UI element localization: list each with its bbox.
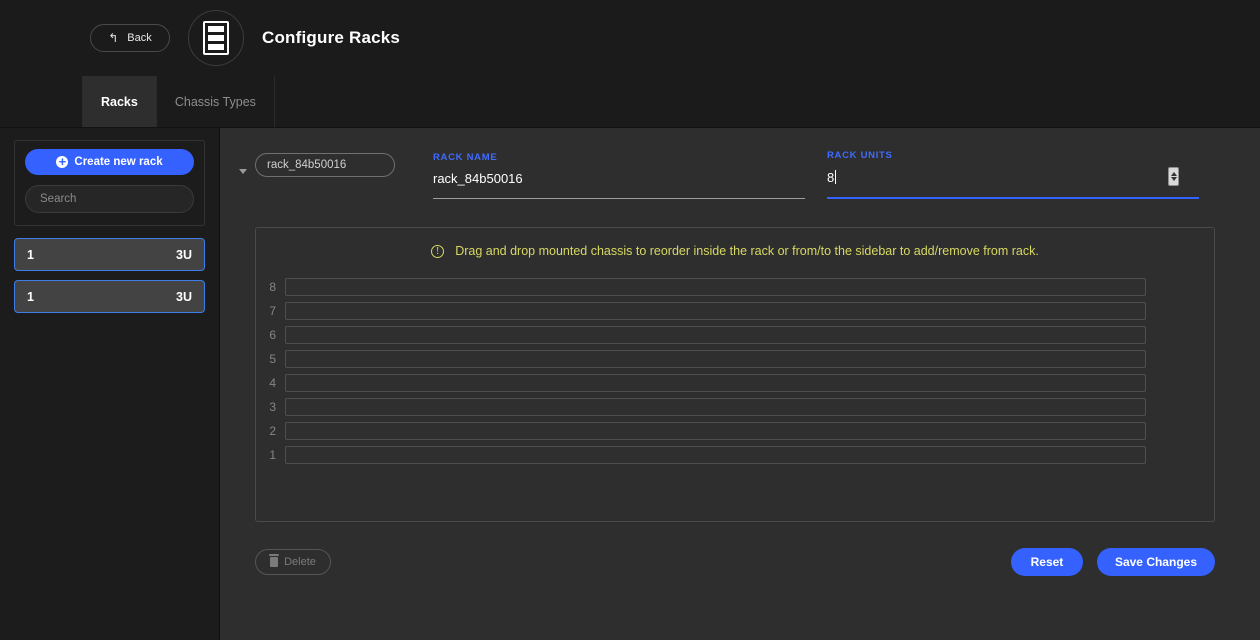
- rack-slot-number: 5: [269, 352, 276, 366]
- reset-button[interactable]: Reset: [1010, 548, 1083, 576]
- rack-slot-dropzone[interactable]: [285, 422, 1146, 440]
- trash-icon: [269, 554, 280, 567]
- rack-name-underline: [433, 198, 805, 199]
- rack-units-field: RACK UNITS 8: [827, 150, 1199, 199]
- rack-slot[interactable]: 7: [256, 302, 1146, 320]
- rack-slot-number: 3: [269, 400, 276, 414]
- save-changes-button[interactable]: Save Changes: [1096, 548, 1215, 576]
- tab-racks[interactable]: Racks: [82, 76, 157, 127]
- rack-slot-dropzone[interactable]: [285, 374, 1146, 392]
- rack-card-units: 3U: [176, 247, 192, 262]
- number-spinner-icon[interactable]: [1168, 167, 1179, 186]
- list-item[interactable]: 1 3U: [14, 238, 205, 271]
- search-input[interactable]: [25, 185, 194, 213]
- rack-card-units: 3U: [176, 289, 192, 304]
- rack-glyph: [203, 21, 229, 55]
- rack-slot-number: 8: [269, 280, 276, 294]
- plus-circle-icon: +: [56, 155, 69, 168]
- rack-name-input[interactable]: [433, 171, 805, 198]
- rack-slot-number: 7: [269, 304, 276, 318]
- back-arrow-icon: ↰: [108, 31, 119, 45]
- page-body: + Create new rack 1 3U 1 3U rack_84b5001…: [0, 128, 1260, 640]
- rack-card-name: 1: [27, 247, 34, 262]
- rack-units-label: RACK UNITS: [827, 150, 893, 161]
- rack-slot-number: 2: [269, 424, 276, 438]
- rack-slot[interactable]: 1: [256, 446, 1146, 464]
- sidebar-rack-list: 1 3U 1 3U: [0, 226, 219, 313]
- rack-slot[interactable]: 8: [256, 278, 1146, 296]
- app-header: ↰ Back Configure Racks: [0, 0, 1260, 76]
- sidebar: + Create new rack 1 3U 1 3U: [0, 128, 220, 640]
- rack-slot-dropzone[interactable]: [285, 398, 1146, 416]
- rack-slot-number: 4: [269, 376, 276, 390]
- delete-button[interactable]: Delete: [255, 549, 331, 575]
- rack-slot-number: 1: [269, 448, 276, 462]
- rack-slot-number: 6: [269, 328, 276, 342]
- create-new-rack-button[interactable]: + Create new rack: [25, 149, 194, 175]
- main-content: rack_84b50016 RACK NAME RACK UNITS 8: [220, 128, 1260, 640]
- rack-slot-dropzone[interactable]: [285, 278, 1146, 296]
- rack-icon: [188, 10, 244, 66]
- rack-card-name: 1: [27, 289, 34, 304]
- back-button[interactable]: ↰ Back: [90, 24, 170, 52]
- chevron-down-icon: [239, 169, 247, 174]
- rack-units-value: 8: [827, 170, 835, 185]
- sidebar-header-panel: + Create new rack: [14, 140, 205, 226]
- rack-slot-dropzone[interactable]: [285, 302, 1146, 320]
- rack-units-underline: [827, 197, 1199, 199]
- page-title: Configure Racks: [262, 28, 401, 47]
- drag-drop-notice: ! Drag and drop mounted chassis to reord…: [256, 244, 1214, 258]
- list-item[interactable]: 1 3U: [14, 280, 205, 313]
- footer-actions: Reset Save Changes: [1010, 548, 1215, 576]
- delete-button-label: Delete: [284, 556, 316, 568]
- tab-chassis-types[interactable]: Chassis Types: [157, 76, 275, 127]
- tab-bar-filler: [275, 76, 1260, 127]
- rack-select[interactable]: rack_84b50016: [255, 153, 395, 177]
- drag-drop-notice-text: Drag and drop mounted chassis to reorder…: [455, 244, 1039, 258]
- info-circle-icon: !: [431, 244, 445, 258]
- rack-slot-dropzone[interactable]: [285, 326, 1146, 344]
- back-button-label: Back: [127, 32, 152, 44]
- rack-slot-list: 8 7 6 5 4 3 2 1: [256, 278, 1214, 464]
- rack-units-input[interactable]: 8: [827, 168, 1199, 197]
- rack-layout-panel: ! Drag and drop mounted chassis to reord…: [255, 227, 1215, 522]
- rack-slot[interactable]: 3: [256, 398, 1146, 416]
- rack-name-label: RACK NAME: [433, 152, 498, 163]
- rack-slot[interactable]: 6: [256, 326, 1146, 344]
- rack-slot-dropzone[interactable]: [285, 446, 1146, 464]
- tab-bar: Racks Chassis Types: [0, 76, 1260, 128]
- create-new-rack-label: Create new rack: [74, 156, 163, 168]
- rack-form-row: rack_84b50016 RACK NAME RACK UNITS 8: [239, 150, 1215, 199]
- text-cursor: [835, 170, 837, 184]
- rack-select-wrapper: rack_84b50016: [239, 153, 395, 195]
- rack-name-field: RACK NAME: [433, 152, 805, 199]
- rack-slot-dropzone[interactable]: [285, 350, 1146, 368]
- rack-slot[interactable]: 2: [256, 422, 1146, 440]
- rack-slot[interactable]: 4: [256, 374, 1146, 392]
- action-footer: Delete Reset Save Changes: [255, 548, 1215, 576]
- rack-slot[interactable]: 5: [256, 350, 1146, 368]
